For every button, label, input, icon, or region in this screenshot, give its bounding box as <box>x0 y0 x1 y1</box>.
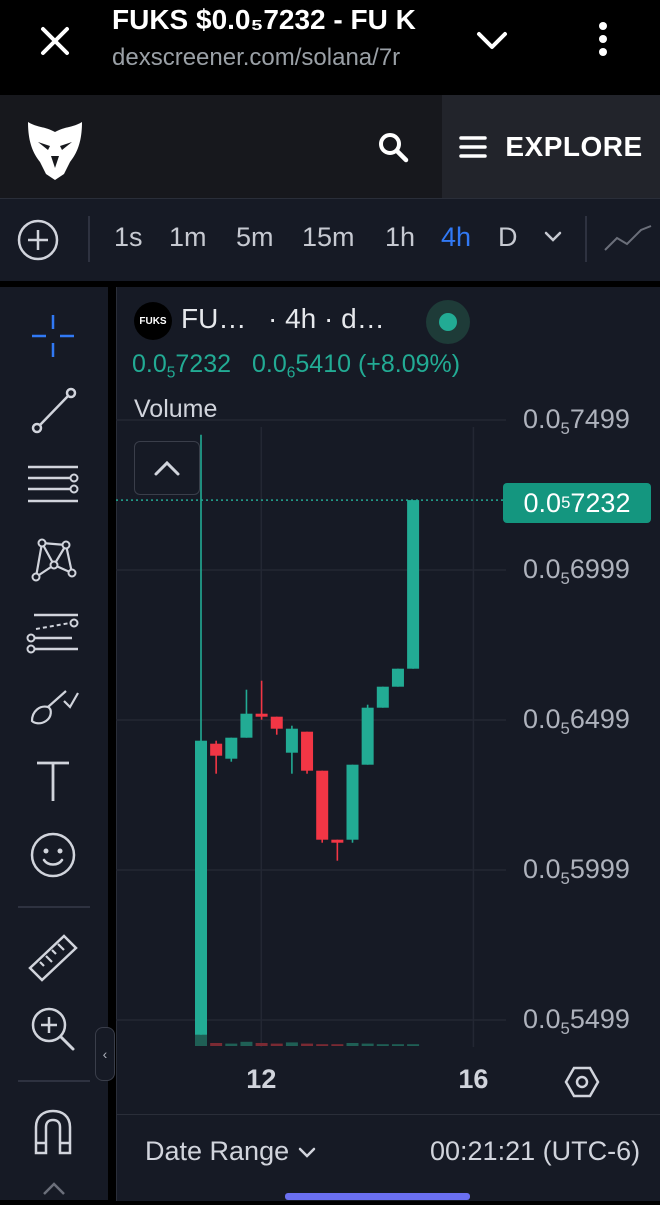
zoom-in-icon[interactable] <box>24 1000 82 1058</box>
volume-bar <box>316 1044 329 1046</box>
text-icon[interactable] <box>24 752 82 810</box>
chevron-down-icon[interactable] <box>543 230 563 244</box>
collapse-legend-button[interactable] <box>134 441 200 495</box>
candle-body <box>210 743 223 756</box>
y-axis-label: 0.056999 <box>523 554 630 588</box>
trend-line-icon[interactable] <box>24 381 82 439</box>
legend-symbol[interactable]: FU… <box>181 303 246 335</box>
search-icon[interactable] <box>368 122 418 172</box>
tools-divider <box>18 906 90 908</box>
chevron-down-icon[interactable] <box>466 18 518 64</box>
candle-body <box>361 707 374 765</box>
timeframe-15m[interactable]: 15m <box>302 222 355 253</box>
volume-bar <box>361 1043 374 1046</box>
candle-body <box>331 839 344 843</box>
toolbar-divider <box>585 216 587 262</box>
timeframe-1m[interactable]: 1m <box>169 222 207 253</box>
date-range-button[interactable]: Date Range <box>145 1136 317 1167</box>
tools-divider <box>18 1080 90 1082</box>
volume-bar <box>270 1043 283 1046</box>
volume-bar <box>407 1044 420 1046</box>
x-axis-label: 16 <box>458 1064 489 1094</box>
candle-body <box>255 713 268 717</box>
tab-title: FUKS $0.0₅7232 - FU K <box>112 4 416 35</box>
timeframe-5m[interactable]: 5m <box>236 222 274 253</box>
y-axis-label: 0.056499 <box>523 704 630 738</box>
ruler-icon[interactable] <box>24 928 82 986</box>
explore-label: EXPLORE <box>505 130 643 162</box>
chevron-down-icon <box>298 1147 315 1158</box>
y-axis-label: 0.055999 <box>523 854 630 888</box>
timezone-clock[interactable]: 00:21:21 (UTC-6) <box>430 1136 640 1167</box>
volume-bar <box>225 1043 238 1046</box>
volume-bar <box>285 1042 298 1046</box>
add-indicator-icon[interactable] <box>16 218 60 262</box>
fib-icon[interactable] <box>24 603 82 661</box>
candle-body <box>316 770 329 840</box>
volume-bar <box>346 1043 359 1046</box>
candle-body <box>391 668 404 687</box>
y-axis-label: 0.055499 <box>523 1004 630 1038</box>
timeframe-1s[interactable]: 1s <box>114 222 143 253</box>
candle-body <box>407 500 420 669</box>
market-status-dot <box>426 300 470 344</box>
pattern-icon[interactable] <box>24 529 82 587</box>
home-indicator <box>285 1193 470 1200</box>
explore-button[interactable]: EXPLORE <box>442 95 660 198</box>
volume-bar <box>255 1043 268 1046</box>
y-axis-label: 0.057499 <box>523 404 630 438</box>
magnet-icon[interactable] <box>24 1103 82 1161</box>
chart-type-line-icon[interactable] <box>603 224 653 254</box>
candle-body <box>285 728 298 753</box>
candle-body <box>376 686 389 708</box>
volume-bar <box>331 1044 344 1046</box>
collapse-tools-handle[interactable]: ‹ <box>95 1027 115 1081</box>
legend-change: 0.065410 (+8.09%) <box>252 350 461 382</box>
toolbar-divider <box>88 216 90 262</box>
chevron-up-icon[interactable] <box>40 1178 68 1200</box>
candle-body <box>225 737 238 759</box>
candle-body <box>346 764 359 840</box>
brush-icon[interactable] <box>24 677 82 735</box>
menu-icon <box>459 135 488 158</box>
date-range-label: Date Range <box>145 1136 290 1166</box>
timeframe-d[interactable]: D <box>498 222 518 253</box>
chevron-up-icon <box>154 460 180 476</box>
volume-bar <box>376 1044 389 1046</box>
settings-hexagon-icon[interactable] <box>562 1062 602 1102</box>
volume-bar <box>240 1041 253 1046</box>
close-icon[interactable] <box>30 18 80 64</box>
emoji-icon[interactable] <box>24 826 82 884</box>
candle-body <box>270 716 283 729</box>
volume-bar <box>391 1044 404 1046</box>
more-vertical-icon[interactable] <box>580 16 626 62</box>
timeframe-4h[interactable]: 4h <box>441 222 471 253</box>
volume-bar <box>301 1043 314 1046</box>
crosshair-icon[interactable] <box>24 307 82 365</box>
candle-body <box>301 731 314 771</box>
tab-url[interactable]: dexscreener.com/solana/7r <box>112 44 442 72</box>
x-axis-label: 12 <box>246 1064 277 1094</box>
timeframe-1h[interactable]: 1h <box>385 222 415 253</box>
volume-bar <box>210 1043 223 1046</box>
legend-price: 0.057232 <box>132 350 232 382</box>
candle-body <box>195 740 207 1035</box>
candle-body <box>240 713 253 738</box>
legend-meta[interactable]: · 4h · d… <box>268 303 385 335</box>
last-price-label: 0.0 5 7232 <box>503 483 651 523</box>
horizontal-lines-icon[interactable] <box>24 455 82 513</box>
token-avatar: FUKS <box>134 302 172 340</box>
eagle-logo-icon[interactable] <box>24 118 86 182</box>
volume-label[interactable]: Volume <box>134 395 217 424</box>
